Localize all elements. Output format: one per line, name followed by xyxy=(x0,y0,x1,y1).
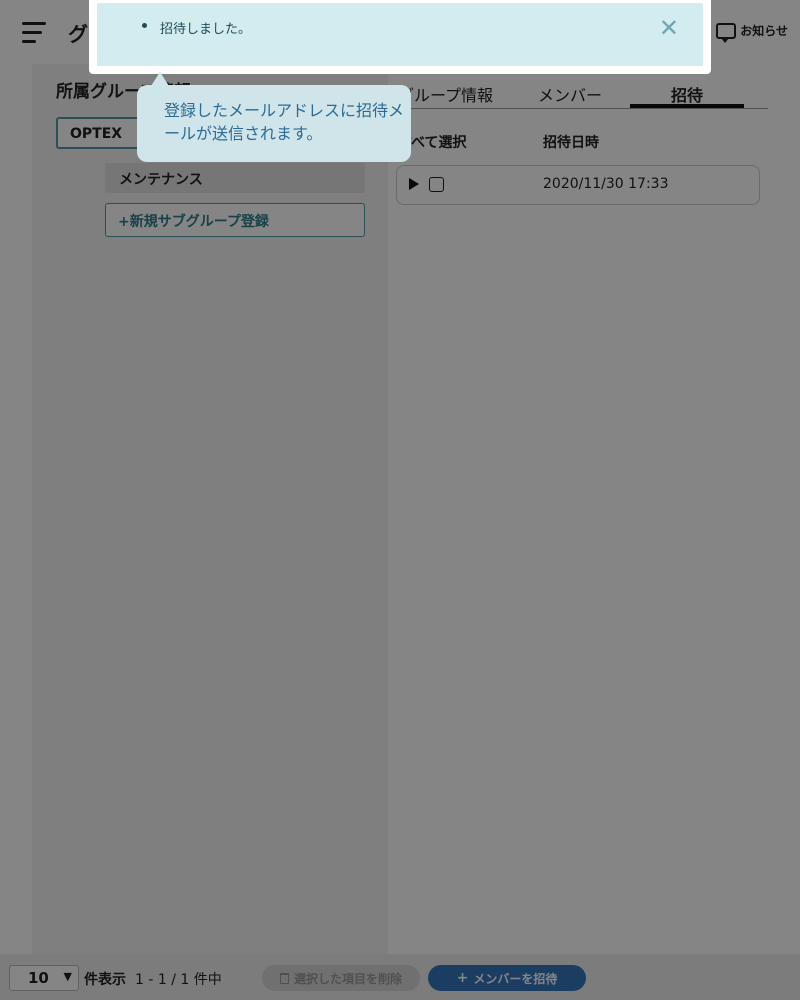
alert-box: 招待しました。 ✕ xyxy=(97,3,703,66)
bullet-icon xyxy=(142,23,147,28)
tooltip-text: 登録したメールアドレスに招待メールが送信されます。 xyxy=(164,101,405,143)
close-icon[interactable]: ✕ xyxy=(659,16,679,40)
help-tooltip: 登録したメールアドレスに招待メールが送信されます。 xyxy=(137,72,411,162)
alert-message: 招待しました。 xyxy=(160,22,252,37)
alert-toast: 招待しました。 ✕ xyxy=(89,0,711,74)
